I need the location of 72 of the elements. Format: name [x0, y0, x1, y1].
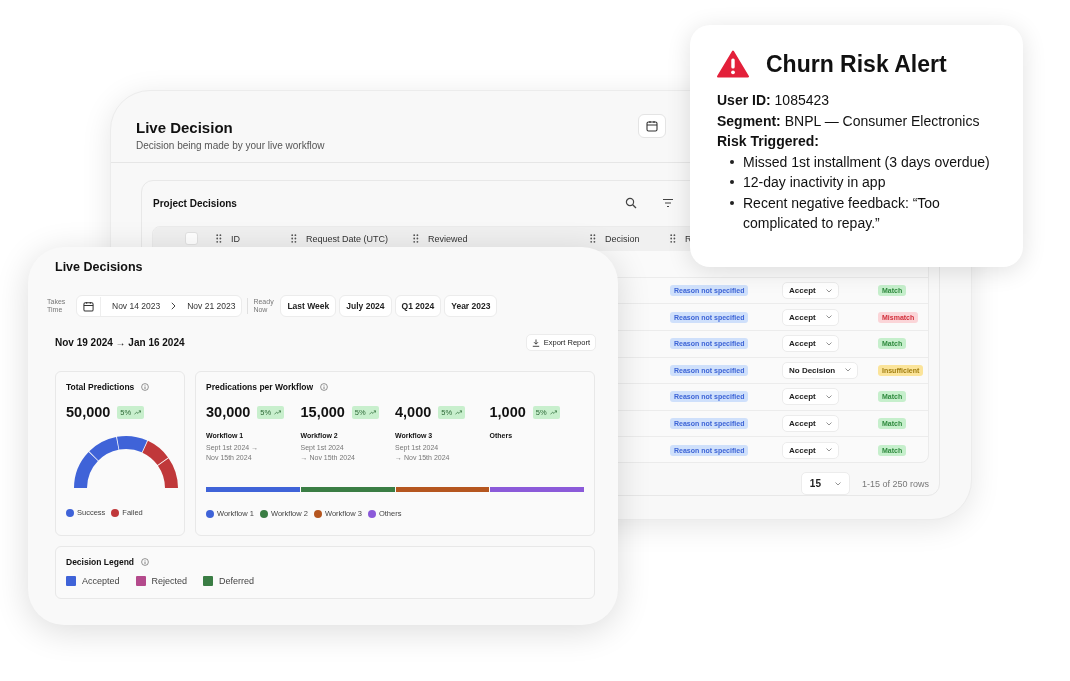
preset-button[interactable]: July 2024	[339, 295, 392, 317]
decision-dropdown[interactable]: Accept	[782, 335, 839, 353]
preset-button[interactable]: Q1 2024	[394, 295, 442, 317]
decision-dropdown[interactable]: Accept	[782, 308, 839, 326]
start-date: Nov 14 2023	[112, 301, 161, 311]
decision-dropdown[interactable]: No Decision	[782, 361, 859, 379]
chevron-icon	[825, 341, 832, 346]
window-title: Live Decision	[136, 119, 234, 136]
legend-label: Deferred	[219, 576, 255, 586]
alert-detail: Segment: BNPL — Consumer Electronics	[717, 111, 981, 131]
warning-icon	[717, 50, 749, 78]
chevron-icon	[845, 368, 852, 373]
select-all-checkbox[interactable]	[185, 232, 198, 246]
drag-handle-icon[interactable]	[291, 234, 297, 244]
legend-label: Rejected	[151, 576, 188, 586]
preset-button[interactable]: Year 2023	[444, 295, 498, 317]
risk-item: Recent negative feedback: “Too complicated to repay.”	[743, 193, 941, 233]
stat-value: 50,000	[66, 404, 111, 420]
date-range-picker[interactable]: Nov 14 2023 Nov 21 2023	[76, 295, 243, 317]
calendar-icon	[646, 120, 658, 132]
window-subtitle: Decision being made by your live workflow	[136, 140, 325, 151]
window-title: Live Decisions	[55, 260, 144, 274]
card-title: Predications per Workflow	[206, 382, 314, 392]
end-date: Nov 21 2023	[187, 301, 236, 311]
chevron-icon	[825, 448, 832, 453]
preset-button[interactable]: Last Week	[280, 295, 337, 317]
stat-value: 4,000	[395, 404, 432, 420]
card-title: Project Decisions	[153, 197, 238, 209]
decision-dropdown[interactable]: Accept	[782, 415, 839, 433]
bullet-icon	[730, 180, 734, 184]
download-icon	[531, 338, 540, 347]
stat-value: 15,000	[300, 404, 345, 420]
stat-value: 1,000	[489, 404, 526, 420]
decision-dropdown[interactable]: Accept	[782, 282, 839, 300]
legend-label: Accepted	[82, 576, 120, 586]
risk-item: 12-day inactivity in app	[743, 173, 886, 192]
alert-detail: User ID: 1085423	[717, 91, 831, 110]
drag-handle-icon[interactable]	[670, 234, 676, 244]
bullet-icon	[730, 200, 734, 205]
trend-up-icon	[368, 409, 376, 415]
card-title: Decision Legend	[66, 557, 134, 567]
decision-dropdown[interactable]: Accept	[782, 388, 839, 406]
chevron-icon	[825, 288, 832, 293]
row-range: 1-15 of 250 rows	[861, 478, 929, 489]
page-size-dropdown[interactable]: 15	[800, 472, 850, 495]
bullet-icon	[730, 159, 734, 164]
risk-item: Missed 1st installment (3 days overdue)	[743, 152, 990, 172]
calendar-button[interactable]	[638, 114, 666, 138]
trend-up-icon	[549, 409, 557, 415]
chevron-icon	[825, 395, 832, 399]
column-header: Decision	[605, 233, 640, 244]
chevron-right-icon	[171, 302, 177, 310]
trend-up-icon	[274, 409, 282, 415]
date-range-heading: Nov 19 2024 → Jan 16 2024	[55, 337, 185, 348]
trend-up-icon	[134, 409, 142, 415]
card-title: Total Predictions	[66, 382, 135, 392]
drag-handle-icon[interactable]	[590, 234, 596, 244]
alert-title: Churn Risk Alert	[766, 50, 947, 78]
chevron-icon	[834, 481, 841, 486]
column-header: ID	[231, 233, 240, 244]
column-header: Request Date (UTC)	[306, 233, 389, 244]
drag-handle-icon[interactable]	[413, 234, 419, 244]
filter-icon[interactable]	[662, 198, 674, 209]
stat-value: 30,000	[206, 404, 251, 420]
decision-dropdown[interactable]: Accept	[782, 441, 839, 459]
column-header: Reviewed	[428, 233, 468, 244]
chevron-icon	[825, 421, 832, 426]
drag-handle-icon[interactable]	[216, 234, 222, 244]
chevron-icon	[825, 315, 832, 320]
alert-label: Risk Triggered:	[717, 132, 820, 151]
trend-up-icon	[455, 409, 463, 415]
search-icon[interactable]	[625, 197, 637, 210]
